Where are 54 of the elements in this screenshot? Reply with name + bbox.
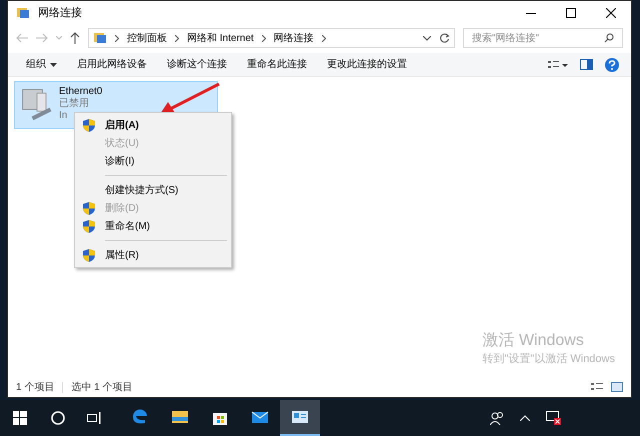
toolbar-button[interactable]: 重命名此连接: [237, 54, 317, 76]
activation-subtitle: 转到"设置"以激活 Windows: [482, 352, 615, 366]
breadcrumb-chevron-icon: [115, 34, 119, 42]
toolbar-button[interactable]: 启用此网络设备: [67, 54, 157, 76]
toolbar-button[interactable]: 组织: [16, 54, 67, 76]
status-text: 1 个项目: [16, 380, 54, 394]
context-menu-item[interactable]: 重命名(M): [75, 217, 231, 235]
people-icon[interactable]: [490, 412, 504, 424]
chevron-up-icon[interactable]: [520, 415, 530, 421]
breadcrumb-item[interactable]: 控制面板: [127, 30, 167, 46]
connection-name: Ethernet0: [59, 86, 102, 98]
context-menu-item[interactable]: 创建快捷方式(S): [75, 181, 231, 199]
minimize-icon: [526, 12, 536, 14]
preview-pane-icon[interactable]: [580, 59, 593, 70]
address-bar[interactable]: 控制面板 网络和 Internet 网络连接: [88, 28, 455, 48]
maximize-icon: [566, 8, 576, 18]
context-menu-item[interactable]: 诊断(I): [75, 152, 231, 170]
windows-logo-icon: [13, 411, 27, 425]
toolbar-button[interactable]: 更改此连接的设置: [317, 54, 417, 76]
network-disconnected-icon[interactable]: [546, 411, 562, 425]
task-view-icon: [87, 412, 101, 424]
refresh-icon[interactable]: [439, 32, 450, 44]
up-arrow-icon[interactable]: [70, 32, 80, 44]
circle-icon: [51, 411, 65, 425]
taskbar-button[interactable]: [280, 400, 320, 436]
view-options-icon[interactable]: [548, 60, 568, 70]
control-panel-icon: [93, 31, 107, 45]
large-icons-view-icon[interactable]: [611, 382, 623, 392]
breadcrumb-chevron-icon: [322, 34, 326, 42]
search-placeholder: 搜索"网络连接": [472, 32, 540, 46]
dropdown-caret-icon[interactable]: [423, 36, 431, 40]
shield-icon: [83, 220, 95, 232]
folder-icon: [171, 408, 189, 426]
browser-e-icon: [131, 408, 149, 426]
breadcrumb-item[interactable]: 网络连接: [274, 30, 314, 46]
shield-icon: [83, 202, 95, 214]
shield-icon: [83, 248, 95, 262]
help-icon[interactable]: [605, 58, 619, 72]
connection-status: 已禁用: [59, 98, 90, 110]
breadcrumb-chevron-icon: [262, 34, 266, 42]
activation-title: 激活 Windows: [482, 330, 585, 350]
window-title: 网络连接: [38, 6, 82, 21]
shield-icon: [83, 118, 95, 132]
context-menu-item[interactable]: 属性(R): [75, 246, 231, 264]
toolbar-button[interactable]: 诊断这个连接: [157, 54, 237, 76]
network-folder-icon: [16, 6, 30, 20]
breadcrumb-item[interactable]: 网络和 Internet: [187, 30, 254, 46]
connection-device: In: [59, 110, 68, 122]
status-text: 选中 1 个项目: [71, 380, 132, 394]
details-view-icon[interactable]: [591, 382, 603, 392]
breadcrumb-chevron-icon: [175, 34, 179, 42]
search-icon: [604, 33, 614, 43]
network-window-icon: [291, 408, 309, 426]
close-icon: [606, 8, 616, 18]
